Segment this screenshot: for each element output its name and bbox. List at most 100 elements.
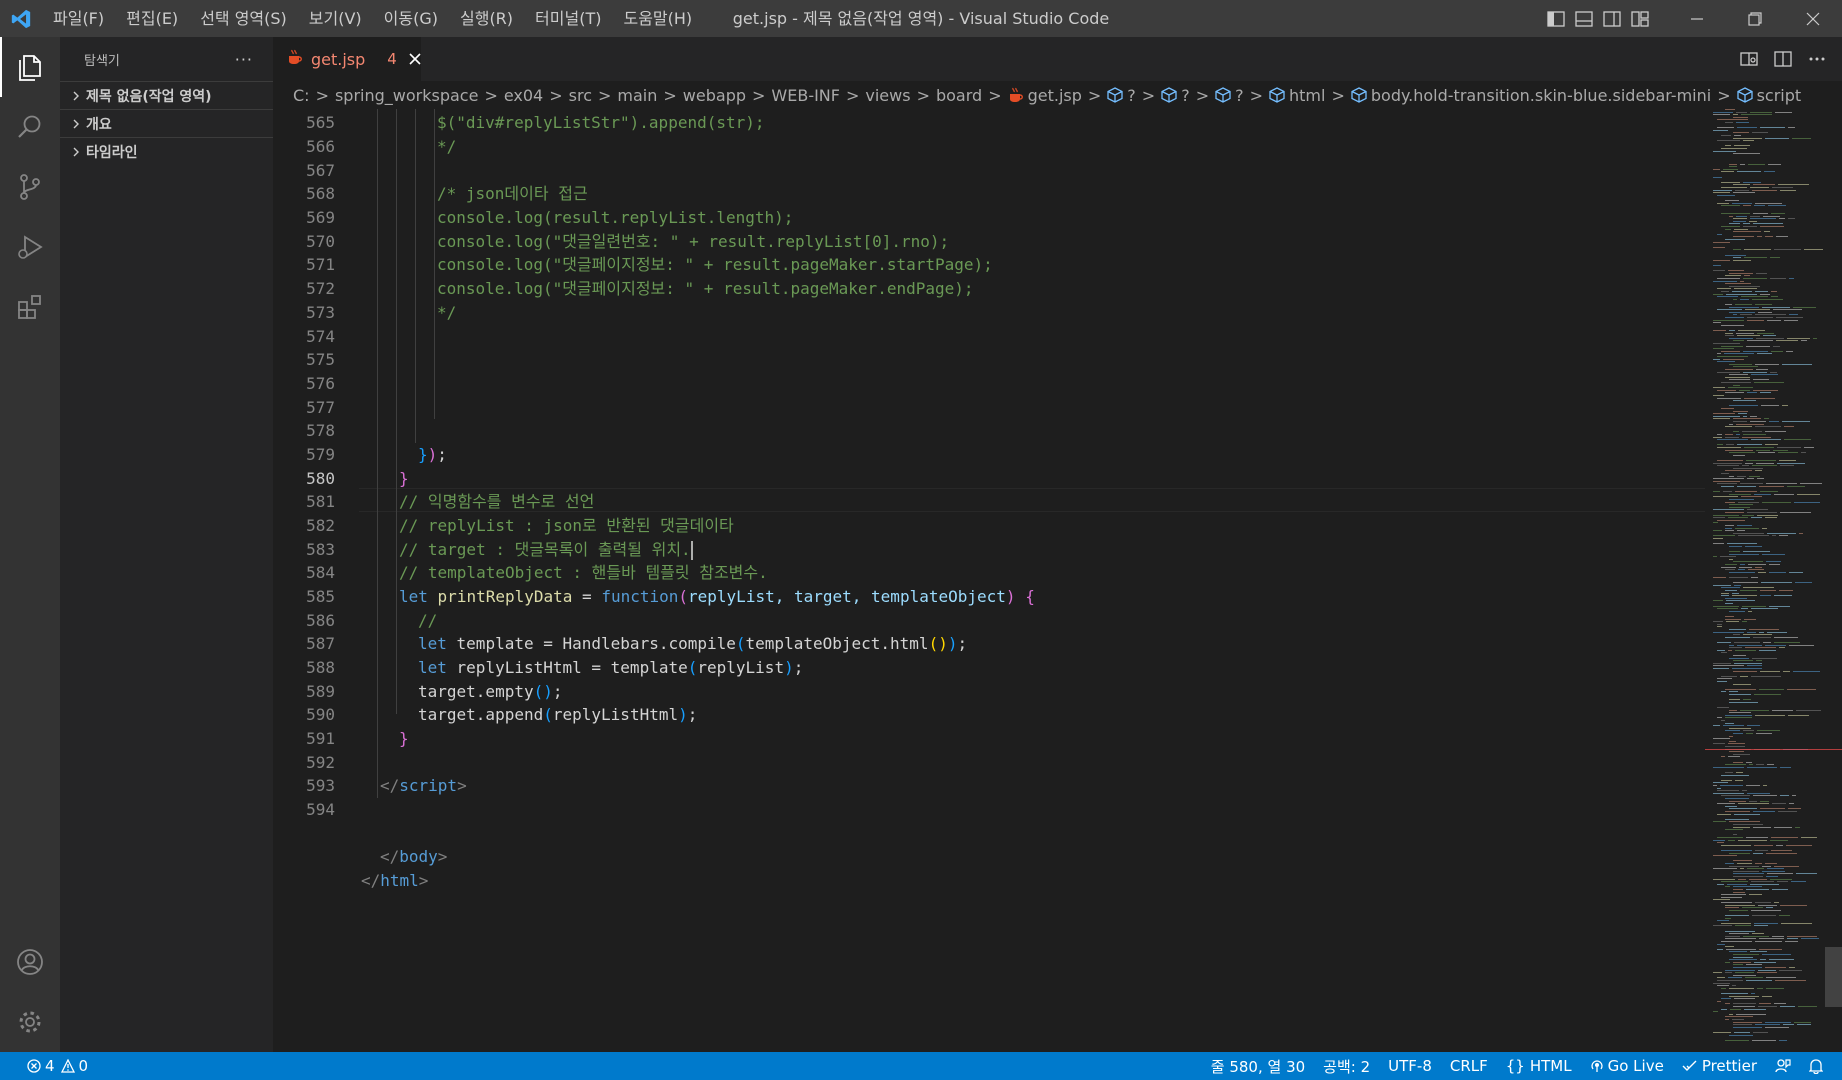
menu-selection[interactable]: 선택 영역(S) bbox=[189, 0, 298, 37]
prettier-status[interactable]: Prettier bbox=[1673, 1057, 1766, 1075]
minimap-line bbox=[1752, 465, 1777, 467]
breadcrumb-folder[interactable]: ex04 bbox=[504, 86, 543, 105]
minimap-line bbox=[1725, 603, 1733, 604]
minimap-line bbox=[1734, 642, 1760, 643]
code-line-588: } bbox=[399, 729, 409, 748]
minimap-line bbox=[1801, 452, 1806, 454]
minimap-line bbox=[1733, 561, 1763, 563]
minimap-line bbox=[1747, 317, 1773, 318]
minimap-line bbox=[1736, 434, 1740, 435]
breadcrumb-folder[interactable]: src bbox=[569, 86, 592, 105]
breadcrumb-symbol[interactable]: ? bbox=[1215, 86, 1244, 105]
breadcrumb-file[interactable]: get.jsp bbox=[1008, 86, 1082, 105]
menu-run[interactable]: 실행(R) bbox=[449, 0, 524, 37]
minimap-line bbox=[1757, 478, 1764, 480]
minimap-line bbox=[1713, 129, 1728, 131]
breadcrumb-symbol[interactable]: script bbox=[1736, 86, 1801, 105]
breadcrumb-folder[interactable]: webapp bbox=[683, 86, 746, 105]
section-timeline[interactable]: 타임라인 bbox=[60, 137, 273, 165]
search-icon[interactable] bbox=[0, 97, 60, 157]
minimap-line bbox=[1753, 636, 1771, 638]
minimap-line bbox=[1755, 863, 1762, 864]
restore-icon[interactable] bbox=[1726, 0, 1784, 37]
run-debug-icon[interactable] bbox=[0, 217, 60, 277]
minimap-line bbox=[1788, 218, 1795, 220]
sidebar-title: 탐색기 bbox=[84, 53, 120, 69]
breadcrumb-folder[interactable]: board bbox=[936, 86, 982, 105]
minimap-line bbox=[1766, 977, 1796, 979]
notifications-bell-icon[interactable] bbox=[1800, 1058, 1832, 1074]
breadcrumb-symbol[interactable]: ? bbox=[1107, 86, 1136, 105]
menu-help[interactable]: 도움말(H) bbox=[612, 0, 703, 37]
minimap-line bbox=[1713, 839, 1725, 841]
cursor-position[interactable]: 줄 580, 열 30 bbox=[1202, 1056, 1314, 1077]
menu-go[interactable]: 이동(G) bbox=[373, 0, 449, 37]
extensions-icon[interactable] bbox=[0, 277, 60, 337]
minimap-slider[interactable] bbox=[1825, 947, 1842, 1007]
feedback-icon[interactable] bbox=[1766, 1058, 1800, 1074]
minimap-line bbox=[1733, 410, 1748, 412]
section-workspace[interactable]: 제목 없음(작업 영역) bbox=[60, 81, 273, 109]
indentation[interactable]: 공백: 2 bbox=[1314, 1056, 1379, 1077]
menu-file[interactable]: 파일(F) bbox=[42, 0, 115, 37]
minimap-line bbox=[1737, 863, 1752, 864]
minimap-line bbox=[1760, 670, 1780, 672]
split-editor-icon[interactable] bbox=[1766, 37, 1800, 81]
minimap-line bbox=[1713, 668, 1729, 669]
customize-layout-icon[interactable] bbox=[1626, 0, 1654, 37]
close-icon[interactable] bbox=[409, 53, 421, 65]
manage-gear-icon[interactable] bbox=[0, 992, 60, 1052]
minimap-line bbox=[1728, 517, 1748, 519]
minimap-line bbox=[1732, 202, 1752, 204]
source-control-icon[interactable] bbox=[0, 157, 60, 217]
more-actions-button[interactable]: ··· bbox=[235, 50, 253, 69]
language-mode[interactable]: {} HTML bbox=[1497, 1057, 1581, 1075]
menu-view[interactable]: 보기(V) bbox=[298, 0, 373, 37]
breadcrumb-symbol[interactable]: ? bbox=[1161, 86, 1190, 105]
accounts-icon[interactable] bbox=[0, 932, 60, 992]
minimap-line bbox=[1725, 283, 1751, 285]
minimize-icon[interactable] bbox=[1668, 0, 1726, 37]
menu-terminal[interactable]: 터미널(T) bbox=[524, 0, 612, 37]
section-outline[interactable]: 개요 bbox=[60, 109, 273, 137]
problems-status[interactable]: 4 0 bbox=[18, 1057, 97, 1075]
minimap-line bbox=[1717, 439, 1748, 441]
minimap[interactable] bbox=[1705, 109, 1842, 1052]
open-preview-icon[interactable] bbox=[1732, 37, 1766, 81]
toggle-secondary-sidebar-icon[interactable] bbox=[1598, 0, 1626, 37]
menu-edit[interactable]: 편집(E) bbox=[115, 0, 189, 37]
minimap-line bbox=[1729, 363, 1752, 365]
breadcrumb-folder[interactable]: WEB-INF bbox=[771, 86, 840, 105]
explorer-icon[interactable] bbox=[0, 37, 60, 97]
go-live-button[interactable]: Go Live bbox=[1581, 1057, 1673, 1075]
minimap-line bbox=[1725, 863, 1734, 864]
minimap-line bbox=[1733, 1006, 1755, 1007]
minimap-line bbox=[1733, 454, 1745, 456]
minimap-line bbox=[1776, 844, 1783, 846]
minimap-line bbox=[1732, 1019, 1744, 1020]
breadcrumb-folder[interactable]: spring_workspace bbox=[335, 86, 478, 105]
breadcrumb-symbol[interactable]: body.hold-transition.skin-blue.sidebar-m… bbox=[1351, 86, 1711, 105]
code-lines[interactable]: $("div#replyListStr").append(str); */ /*… bbox=[359, 109, 1705, 1052]
minimap-line bbox=[1721, 998, 1731, 1000]
end-of-line[interactable]: CRLF bbox=[1441, 1057, 1497, 1075]
more-actions-icon[interactable] bbox=[1800, 37, 1834, 81]
minimap-line bbox=[1729, 423, 1733, 425]
toggle-panel-icon[interactable] bbox=[1570, 0, 1598, 37]
breadcrumb-folder[interactable]: main bbox=[617, 86, 657, 105]
tab-get-jsp[interactable]: get.jsp 4 bbox=[273, 37, 421, 81]
minimap-line bbox=[1729, 800, 1746, 802]
minimap-line bbox=[1713, 782, 1728, 784]
code-editor[interactable]: 564 565 566 567 568 569 570 571 572 573 … bbox=[273, 109, 1705, 1052]
toggle-primary-sidebar-icon[interactable] bbox=[1542, 0, 1570, 37]
minimap-line bbox=[1729, 545, 1742, 547]
close-window-icon[interactable] bbox=[1784, 0, 1842, 37]
minimap-line bbox=[1750, 218, 1776, 220]
breadcrumb-folder[interactable]: views bbox=[865, 86, 910, 105]
minimap-line bbox=[1756, 369, 1768, 370]
minimap-line bbox=[1725, 590, 1737, 591]
encoding[interactable]: UTF-8 bbox=[1379, 1057, 1441, 1075]
minimap-line bbox=[1753, 379, 1769, 381]
breadcrumb-symbol[interactable]: html bbox=[1269, 86, 1325, 105]
breadcrumb-drive[interactable]: C: bbox=[293, 86, 310, 105]
